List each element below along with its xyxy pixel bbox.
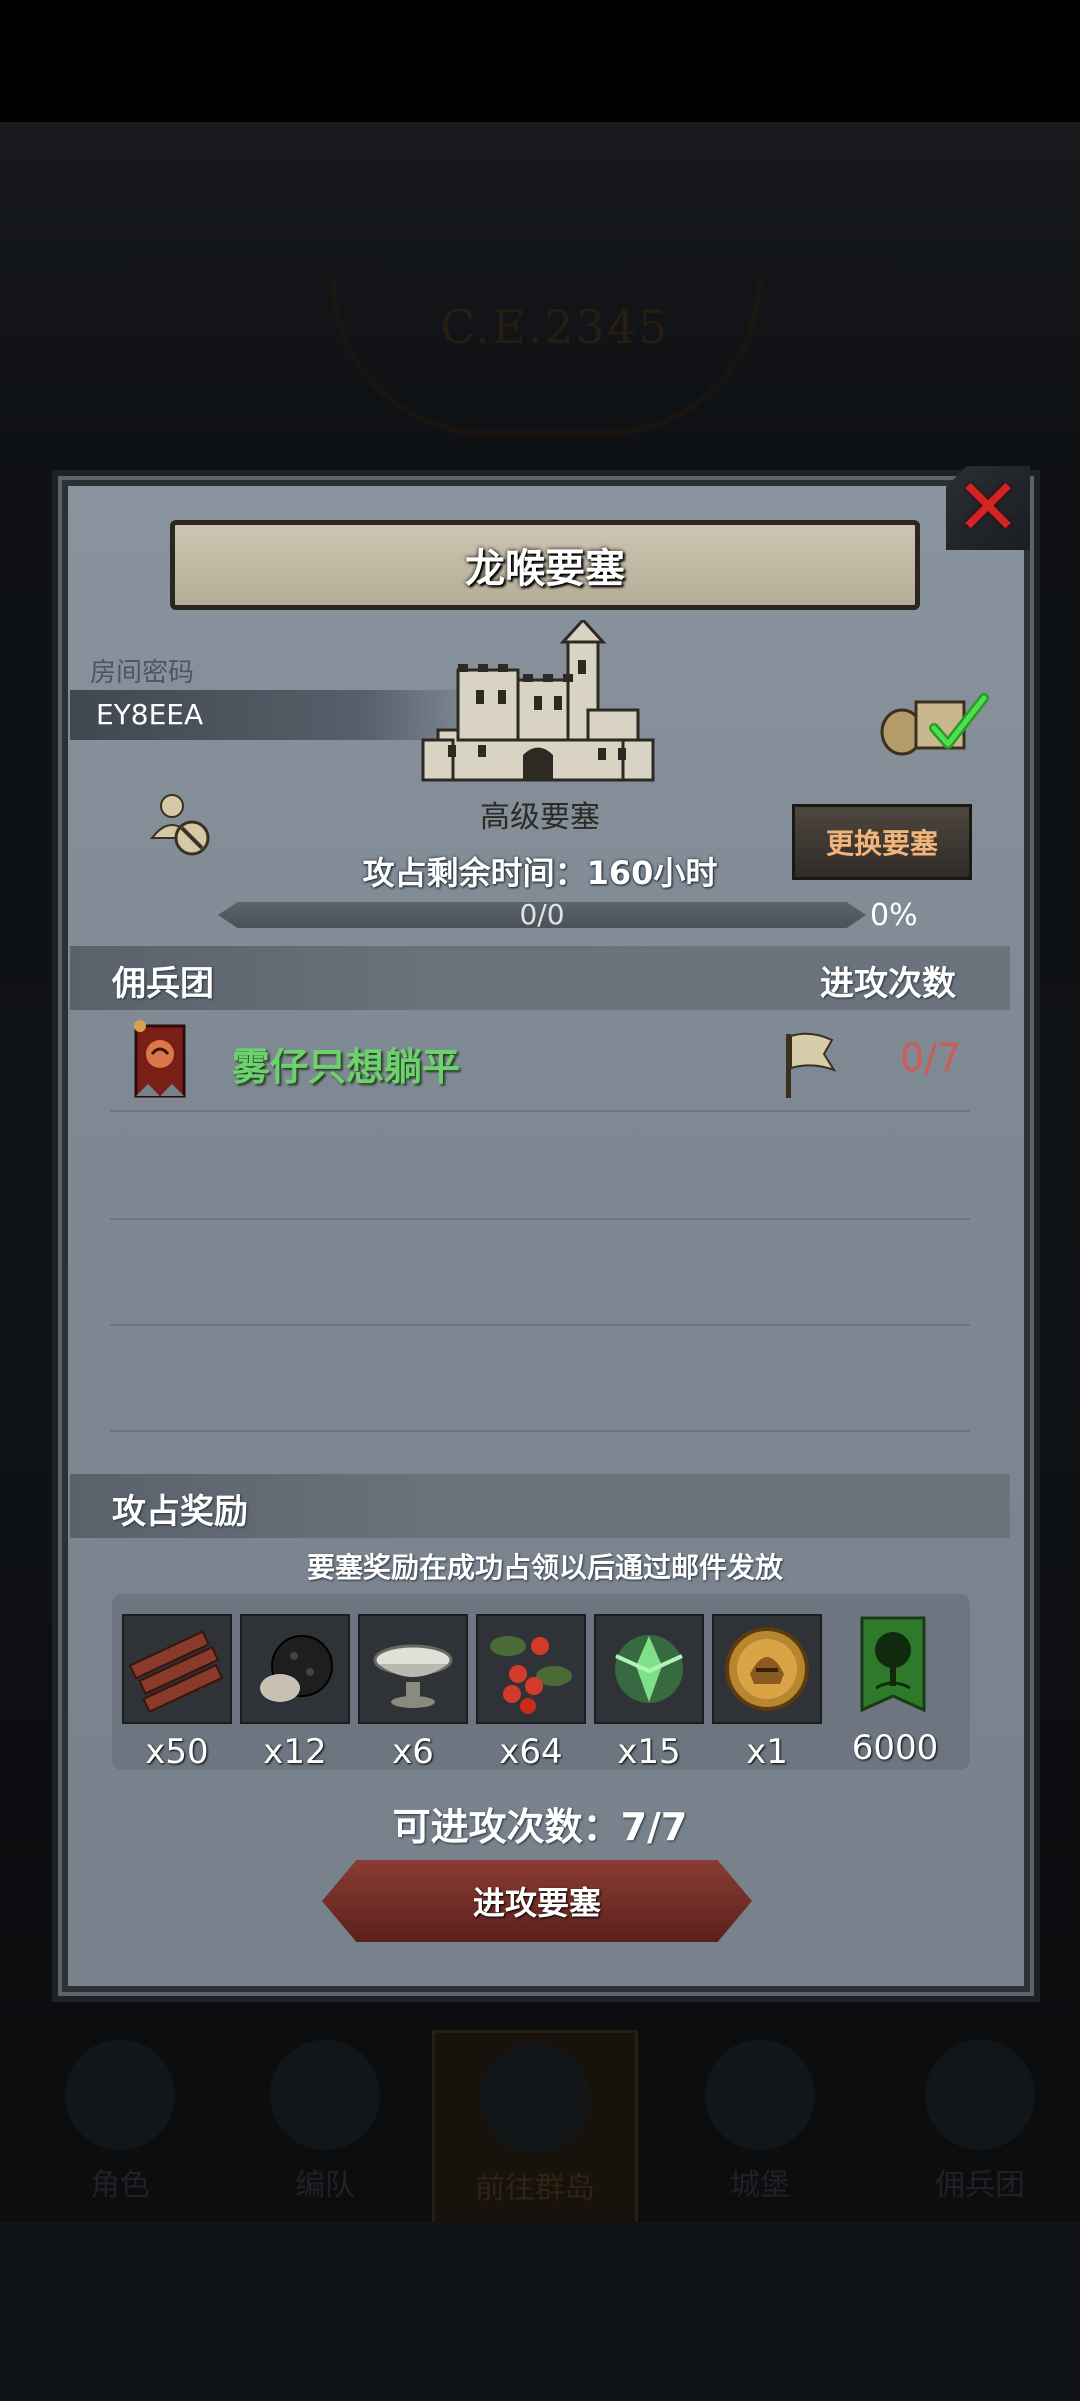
reward-item[interactable]: x12	[240, 1614, 350, 1774]
status-bar-area	[0, 0, 1080, 122]
remaining-time-unit: 小时	[653, 854, 718, 892]
reward-item[interactable]: x1	[712, 1614, 822, 1774]
remaining-time-value: 160	[586, 854, 654, 892]
bottom-margin	[0, 2222, 1080, 2401]
row-divider	[110, 1218, 970, 1220]
reward-item[interactable]: x6	[358, 1614, 468, 1774]
row-divider	[110, 1430, 970, 1432]
close-button[interactable]: ✕	[946, 466, 1030, 550]
close-icon: ✕	[955, 463, 1021, 553]
progress-text: 0/0	[519, 898, 565, 931]
attack-fortress-button[interactable]: 进攻要塞	[322, 1860, 752, 1942]
dialog-title: 龙喉要塞	[465, 546, 625, 592]
change-fortress-label: 更换要塞	[825, 827, 938, 860]
fortress-castle-icon	[421, 620, 655, 782]
row-divider	[110, 1324, 970, 1326]
attack-count-header: 进攻次数	[820, 964, 956, 1004]
reward-item[interactable]: x64	[476, 1614, 586, 1774]
progress-percent: 0%	[870, 898, 918, 933]
reward-qty: x12	[263, 1732, 327, 1772]
room-password-label: 房间密码	[90, 658, 195, 688]
reward-qty: x15	[617, 1732, 681, 1772]
change-fortress-button[interactable]: 更换要塞	[792, 804, 972, 880]
rewards-note: 要塞奖励在成功占领以后通过邮件发放	[306, 1551, 783, 1584]
reward-qty: x64	[499, 1732, 563, 1772]
reward-item[interactable]: x15	[594, 1614, 704, 1774]
tree-banner-icon	[860, 1616, 926, 1713]
title-banner: 龙喉要塞	[170, 520, 920, 610]
guild-attack-count: 0/7	[900, 1036, 962, 1080]
supply-bag-check-icon[interactable]	[874, 680, 994, 760]
flag-icon	[786, 1032, 837, 1098]
reward-item[interactable]: 6000	[840, 1614, 950, 1774]
rewards-header: 攻占奖励	[112, 1492, 248, 1532]
remaining-time-label: 攻占剩余时间：	[362, 854, 587, 892]
reward-qty: x6	[392, 1732, 434, 1772]
blocked-user-icon[interactable]	[146, 790, 216, 860]
reward-qty: x1	[746, 1732, 788, 1772]
guild-name[interactable]: 雾仔只想躺平	[232, 1036, 460, 1091]
row-divider	[110, 1110, 970, 1112]
available-attacks: 可进攻次数：7/7	[392, 1805, 688, 1849]
reward-qty: x50	[145, 1732, 209, 1772]
attack-fortress-label: 进攻要塞	[472, 1884, 601, 1922]
green-spirit-icon	[596, 1616, 702, 1722]
fortress-type: 高级要塞	[480, 800, 600, 835]
reward-item[interactable]: x50	[122, 1614, 232, 1774]
truffle-icon	[242, 1616, 348, 1722]
berries-icon	[478, 1616, 584, 1722]
mercenary-header: 佣兵团	[112, 964, 214, 1004]
guild-banner-icon	[134, 1020, 186, 1098]
reward-qty: 6000	[851, 1728, 939, 1768]
room-code[interactable]: EY8EEA	[96, 698, 203, 731]
wood-planks-icon	[124, 1616, 230, 1722]
remaining-time: 攻占剩余时间：160小时	[280, 848, 800, 894]
gold-helmet-medal-icon	[714, 1616, 820, 1722]
silver-bowl-icon	[360, 1616, 466, 1722]
